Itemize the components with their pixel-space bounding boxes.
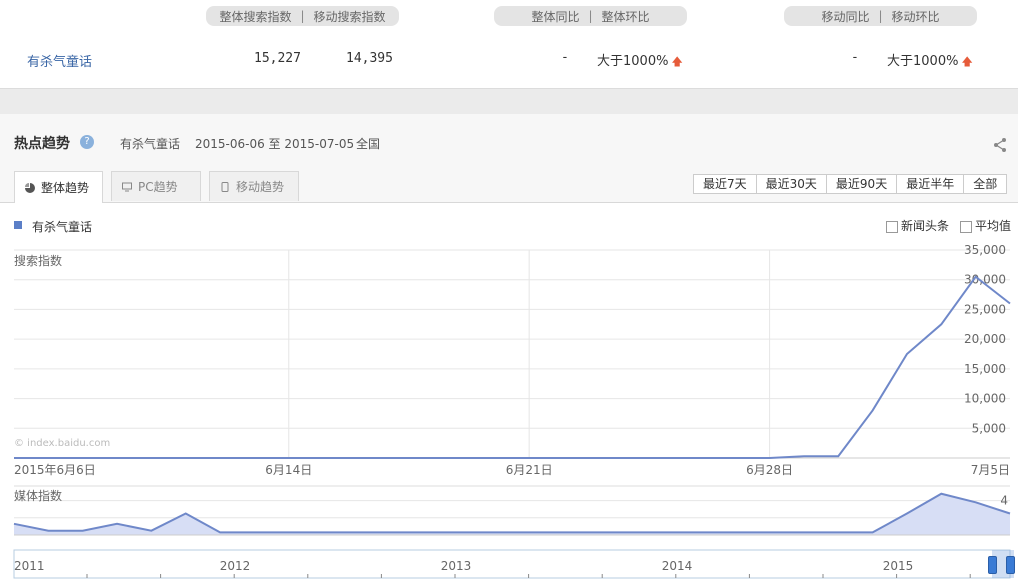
overall-yoy-value: - (561, 50, 569, 65)
monitor-icon (122, 182, 132, 191)
navigator-frame (13, 549, 1011, 579)
y-tick-label: 35,000 (964, 243, 1006, 257)
range-7-days[interactable]: 最近7天 (694, 175, 757, 193)
media-index-line (13, 492, 1011, 534)
news-checkbox-label: 新闻头条 (901, 219, 950, 233)
range-30-days[interactable]: 最近30天 (757, 175, 827, 193)
y-tick-label: 15,000 (964, 362, 1006, 376)
media-axis-title: 媒体指数 (14, 488, 62, 503)
overall-compare-header: 整体同比 | 整体环比 (494, 6, 687, 26)
trend-date-range: 2015-06-06 至 2015-07-05 (195, 137, 355, 151)
navigator-year-label: 2014 (662, 559, 693, 573)
arrow-up-icon: 🡅 (961, 55, 973, 68)
trend-keyword: 有杀气童话 (120, 137, 181, 151)
header-separator: | (300, 9, 305, 23)
arrow-up-icon: 🡅 (671, 55, 683, 68)
overall-mom-text: 大于1000% (597, 54, 669, 69)
phone-icon (221, 181, 229, 192)
navigator-year-label: 2015 (883, 559, 914, 573)
y-axis-title: 搜索指数 (14, 253, 62, 268)
overall-mom-value: 大于1000% 🡅 (597, 50, 683, 72)
mobile-mom-text: 大于1000% (887, 54, 959, 69)
chart-watermark: © index.baidu.com (14, 438, 111, 449)
legend-swatch (14, 221, 22, 229)
navigator-handle-left[interactable] (988, 556, 997, 574)
mobile-compare-header: 移动同比 | 移动环比 (784, 6, 977, 26)
tab-overall-trend[interactable]: 整体趋势 (14, 171, 103, 203)
y-tick-label: 20,000 (964, 332, 1006, 346)
news-headline-toggle[interactable]: 新闻头条 (886, 217, 949, 234)
time-range-selector: 最近7天 最近30天 最近90天 最近半年 全部 (693, 174, 1008, 194)
range-90-days[interactable]: 最近90天 (827, 175, 898, 193)
mobile-index-label: 移动搜索指数 (313, 9, 386, 24)
overall-index-label: 整体搜索指数 (219, 9, 292, 24)
tab-overall-label: 整体趋势 (41, 181, 90, 195)
media-y-tick-label: 4 (1000, 494, 1008, 508)
mobile-mom-label: 移动环比 (891, 9, 940, 24)
tab-pc-trend[interactable]: PC趋势 (111, 171, 201, 201)
search-index-line (14, 275, 1011, 459)
range-half-year[interactable]: 最近半年 (897, 175, 965, 193)
section-divider (0, 88, 1018, 115)
trend-region: 全国 (356, 137, 381, 151)
navigator-year-label: 2012 (220, 559, 251, 573)
y-tick-label: 25,000 (964, 302, 1006, 316)
tabs-baseline (0, 202, 1018, 203)
tab-pc-label: PC趋势 (138, 180, 178, 194)
mobile-mom-value: 大于1000% 🡅 (887, 50, 973, 72)
overall-mom-label: 整体环比 (601, 9, 650, 24)
range-all[interactable]: 全部 (964, 175, 1006, 193)
navigator-year-label: 2011 (14, 559, 45, 573)
average-toggle[interactable]: 平均值 (960, 217, 1011, 234)
mobile-yoy-label: 移动同比 (821, 9, 870, 24)
mobile-index-value: 14,395 (346, 51, 393, 66)
help-icon[interactable]: ? (80, 135, 94, 149)
y-tick-label: 5,000 (972, 421, 1006, 435)
navigator-handle-right[interactable] (1006, 556, 1015, 574)
overall-index-value: 15,227 (254, 51, 301, 66)
x-tick-label: 6月21日 (506, 463, 553, 477)
tab-mobile-trend[interactable]: 移动趋势 (209, 171, 299, 201)
average-checkbox[interactable] (960, 220, 972, 233)
header-separator: | (878, 9, 883, 23)
pie-icon (25, 182, 35, 193)
header-separator: | (588, 9, 593, 23)
mobile-yoy-value: - (851, 50, 859, 65)
x-tick-label: 6月14日 (265, 463, 312, 477)
tab-mobile-label: 移动趋势 (236, 180, 285, 194)
media-index-area (14, 493, 1010, 535)
overall-yoy-label: 整体同比 (531, 9, 580, 24)
y-tick-label: 30,000 (964, 273, 1006, 287)
news-checkbox[interactable] (886, 220, 898, 233)
legend-label[interactable]: 有杀气童话 (32, 218, 92, 235)
x-tick-label: 2015年6月6日 (14, 463, 96, 477)
navigator-year-label: 2013 (441, 559, 472, 573)
trend-title: 热点趋势 (14, 136, 70, 152)
media-y-tick-label: 2 (1000, 511, 1008, 525)
x-tick-label: 7月5日 (971, 463, 1010, 477)
average-checkbox-label: 平均值 (975, 219, 1012, 233)
y-tick-label: 10,000 (964, 392, 1006, 406)
x-tick-label: 6月28日 (746, 463, 793, 477)
keyword-link[interactable]: 有杀气童话 (27, 51, 92, 70)
overall-index-header: 整体搜索指数 | 移动搜索指数 (206, 6, 399, 26)
share-icon[interactable] (992, 137, 1008, 153)
